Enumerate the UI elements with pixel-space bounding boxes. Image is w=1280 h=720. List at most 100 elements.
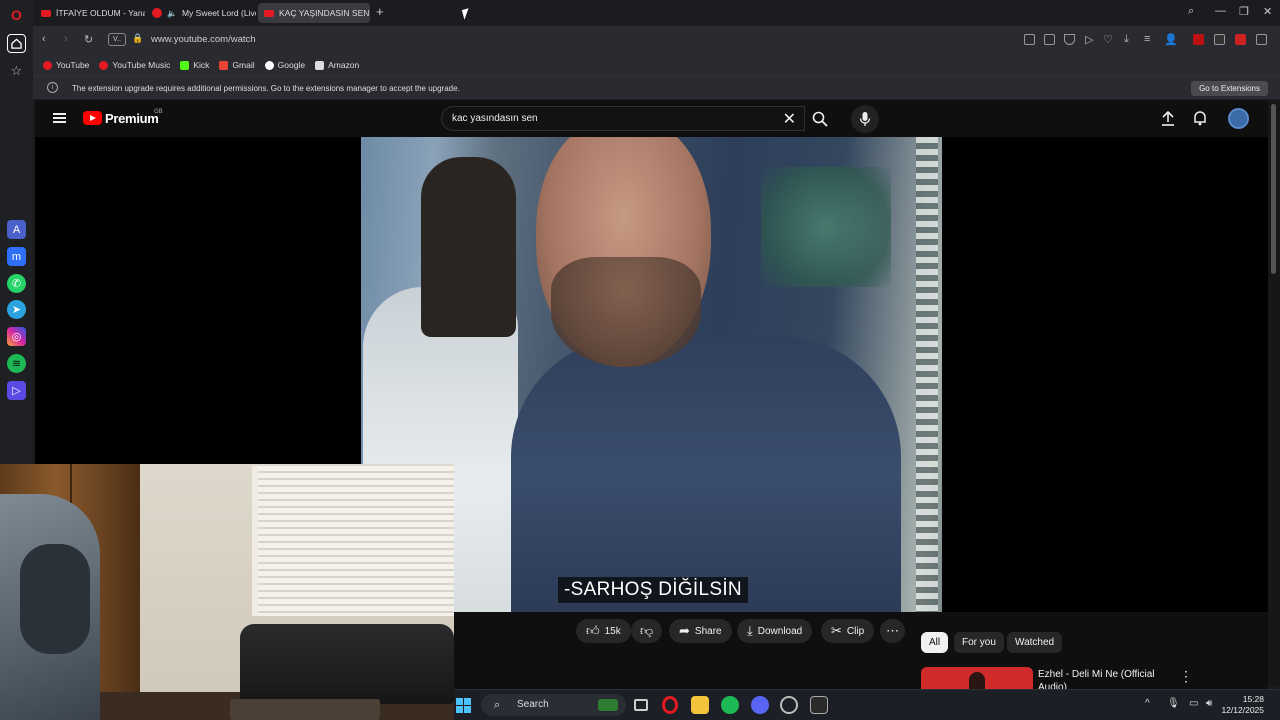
reload-icon[interactable]: ↻ xyxy=(84,33,93,46)
camera-icon[interactable] xyxy=(1044,34,1055,45)
tab-kac-yasindasin[interactable]: KAÇ YAŞINDASIN SEN? - xyxy=(258,3,370,23)
search-input[interactable]: kac yasındasın sen ✕ xyxy=(441,106,805,131)
play-icon[interactable]: ▷ xyxy=(1085,33,1093,46)
tab-label: KAÇ YAŞINDASIN SEN? - xyxy=(279,8,370,18)
whatsapp-icon[interactable]: ✆ xyxy=(7,274,26,293)
forward-icon[interactable]: › xyxy=(64,33,68,45)
more-actions-button[interactable]: ⋯ xyxy=(880,619,905,643)
download-icon[interactable]: ⤓ xyxy=(1124,33,1129,46)
tray-chevron-icon[interactable]: ^ xyxy=(1145,698,1150,709)
bookmarks-bar: YouTube YouTube Music Kick Gmail Google … xyxy=(33,54,1280,76)
chip-for-you[interactable]: For you xyxy=(954,632,1004,653)
clock-date: 12/12/2025 xyxy=(1221,705,1264,715)
lock-icon[interactable]: 🔒 xyxy=(132,33,143,44)
tab-my-sweet-lord[interactable]: 🔈 My Sweet Lord (Live) - xyxy=(146,3,256,23)
taskbar-clock[interactable]: 15:28 12/12/2025 xyxy=(1221,694,1264,716)
back-icon[interactable]: ‹ xyxy=(42,33,46,45)
bookmark-label: YouTube Music xyxy=(112,60,171,70)
task-view-icon[interactable] xyxy=(634,699,648,711)
new-tab-button[interactable]: + xyxy=(376,4,384,19)
discord-taskbar-icon[interactable] xyxy=(751,696,769,714)
menu-lines-icon[interactable]: ≡ xyxy=(1144,33,1150,45)
url-field[interactable]: www.youtube.com/watch xyxy=(151,34,256,45)
address-bar: ‹ › ↻ V.. 🔒 www.youtube.com/watch ▷ ♡ ⤓ … xyxy=(33,26,1280,54)
bookmark-label: Google xyxy=(277,60,306,70)
notifications-bell-icon[interactable] xyxy=(1193,110,1207,131)
home-icon[interactable] xyxy=(7,34,26,53)
restore-button[interactable]: ❐ xyxy=(1239,5,1249,18)
search-tabs-icon[interactable]: ⌕ xyxy=(1188,5,1194,18)
recommended-title[interactable]: Ezhel - Deli Mi Ne (Official Audio) xyxy=(1038,668,1168,690)
bookmark-youtube[interactable]: YouTube xyxy=(43,60,89,70)
profile-icon[interactable]: 👤 xyxy=(1164,33,1178,46)
close-window-button[interactable]: ✕ xyxy=(1263,5,1272,18)
epic-games-taskbar-icon[interactable] xyxy=(810,696,828,714)
chip-watched[interactable]: Watched xyxy=(1007,632,1063,653)
minimize-button[interactable]: — xyxy=(1215,5,1226,17)
chip-all[interactable]: All xyxy=(921,632,949,653)
telegram-icon[interactable]: ➤ xyxy=(7,300,26,319)
upload-icon[interactable] xyxy=(1161,110,1175,131)
video-lights xyxy=(916,137,938,612)
tray-volume-icon[interactable]: 🔊︎ xyxy=(1206,698,1212,709)
youtube-logo-icon[interactable] xyxy=(83,111,102,125)
spotify-icon[interactable]: ≋ xyxy=(7,354,26,373)
heart-icon[interactable]: ♡ xyxy=(1103,33,1113,46)
extension-red2-icon[interactable] xyxy=(1235,34,1246,45)
extension-notification-bar: i The extension upgrade requires additio… xyxy=(33,76,1280,99)
extension-red-icon[interactable] xyxy=(1193,34,1204,45)
premium-logo-text[interactable]: Premium xyxy=(105,111,159,126)
clear-search-icon[interactable]: ✕ xyxy=(783,109,796,129)
hamburger-menu-icon[interactable] xyxy=(53,113,66,123)
bookmark-gmail[interactable]: Gmail xyxy=(219,60,255,70)
edit-icon[interactable] xyxy=(1024,34,1035,45)
video-background-decor xyxy=(761,167,891,287)
dislike-button[interactable]: 👎︎ xyxy=(631,619,663,643)
spotify-taskbar-icon[interactable] xyxy=(721,696,739,714)
download-icon: ⤓ xyxy=(747,623,753,638)
opera-logo-icon[interactable]: O xyxy=(7,5,26,24)
scrollbar-thumb[interactable] xyxy=(1271,104,1276,274)
extension-dark-icon[interactable] xyxy=(1214,34,1225,45)
messenger-icon[interactable]: m xyxy=(7,247,26,266)
tab-itfaiye[interactable]: İTFAİYE OLDUM - Yanan v xyxy=(35,3,145,23)
bookmark-youtube-music[interactable]: YouTube Music xyxy=(99,60,170,70)
tray-display-icon[interactable]: ▭ xyxy=(1189,698,1198,709)
extensions-cube-icon[interactable] xyxy=(1256,34,1267,45)
shield-icon[interactable] xyxy=(1064,34,1075,45)
file-explorer-icon[interactable] xyxy=(691,696,709,714)
bookmark-google[interactable]: Google xyxy=(264,60,306,70)
instagram-icon[interactable]: ◎ xyxy=(7,327,26,346)
bookmark-amazon[interactable]: Amazon xyxy=(315,60,359,70)
steam-taskbar-icon[interactable] xyxy=(780,696,798,714)
video-subtitle: -SARHOŞ DİĞİLSİN xyxy=(558,577,748,603)
vpn-badge[interactable]: V.. xyxy=(108,33,126,46)
voice-search-button[interactable] xyxy=(851,105,879,133)
more-options-icon[interactable]: ⋮ xyxy=(1179,668,1193,685)
star-icon[interactable]: ☆ xyxy=(7,61,26,80)
go-to-extensions-button[interactable]: Go to Extensions xyxy=(1191,81,1268,96)
info-icon: i xyxy=(47,82,58,93)
search-icon xyxy=(812,111,828,127)
aria-icon[interactable]: A xyxy=(7,220,26,239)
bookmark-kick[interactable]: Kick xyxy=(180,60,209,70)
search-button[interactable] xyxy=(805,106,835,131)
tab-bar: İTFAİYE OLDUM - Yanan v 🔈 My Sweet Lord … xyxy=(33,0,1280,26)
webcam-table xyxy=(230,699,380,720)
taskbar-search[interactable]: ⌕ Search xyxy=(481,694,626,716)
tray-mic-icon[interactable]: 🎙︎ xyxy=(1167,698,1180,709)
share-button[interactable]: ➦ Share xyxy=(669,619,732,643)
download-button[interactable]: ⤓ Download xyxy=(737,619,813,643)
search-value[interactable]: kac yasındasın sen xyxy=(452,113,538,124)
clip-button[interactable]: ✂ Clip xyxy=(821,619,875,643)
clip-label: Clip xyxy=(846,625,865,637)
account-avatar[interactable] xyxy=(1228,108,1249,129)
player-icon[interactable]: ▷ xyxy=(7,381,26,400)
microphone-icon xyxy=(859,112,871,126)
like-button[interactable]: 👍︎ 15k xyxy=(576,619,631,643)
windows-start-icon[interactable] xyxy=(456,698,471,713)
page-scrollbar[interactable] xyxy=(1268,100,1280,686)
opera-taskbar-icon[interactable] xyxy=(662,696,678,714)
scissors-icon: ✂ xyxy=(831,623,842,638)
youtube-icon xyxy=(41,9,51,17)
